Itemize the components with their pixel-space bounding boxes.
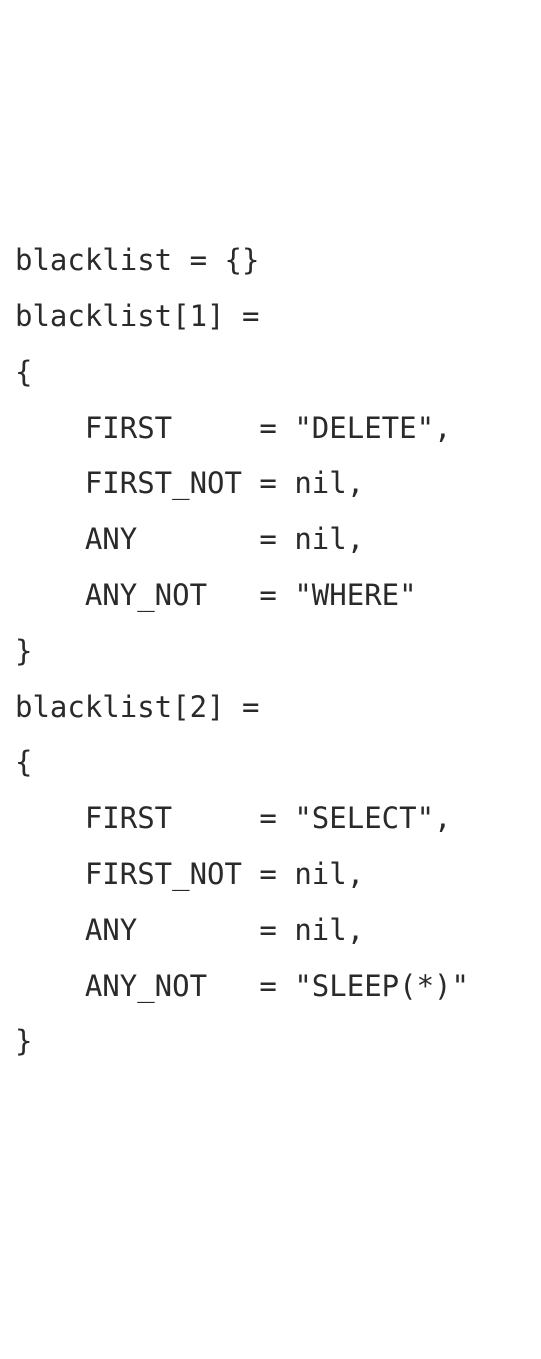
code-line: FIRST = "SELECT", [15,791,526,847]
code-block: blacklist = {}blacklist[1] ={ FIRST = "D… [15,233,526,1070]
code-line: ANY = nil, [15,512,526,568]
code-line: blacklist[1] = [15,289,526,345]
code-line: ANY_NOT = "SLEEP(*)" [15,959,526,1015]
code-line: { [15,735,526,791]
code-line: ANY_NOT = "WHERE" [15,568,526,624]
code-line: ANY = nil, [15,903,526,959]
code-line: } [15,624,526,680]
code-line: blacklist[2] = [15,680,526,736]
code-line: FIRST = "DELETE", [15,401,526,457]
code-line: FIRST_NOT = nil, [15,456,526,512]
code-line: } [15,1014,526,1070]
code-line: { [15,345,526,401]
code-line: FIRST_NOT = nil, [15,847,526,903]
code-line: blacklist = {} [15,233,526,289]
